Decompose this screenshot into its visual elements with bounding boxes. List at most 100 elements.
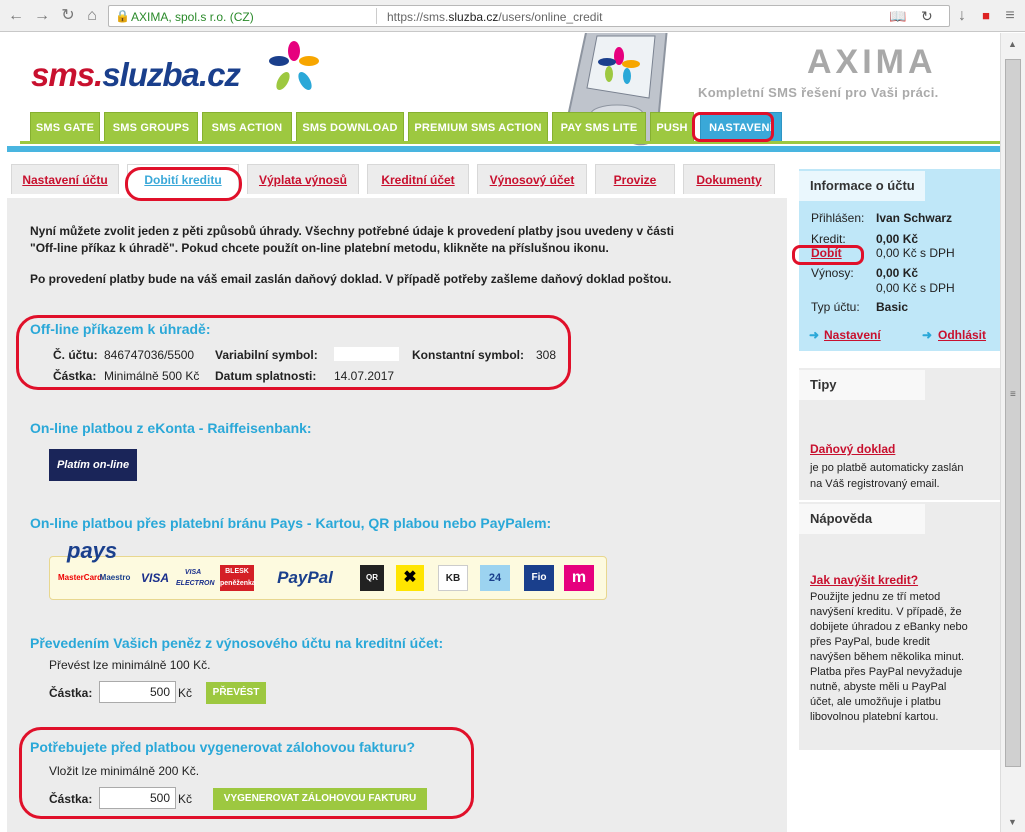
variable-symbol-value [334,347,399,361]
due-date-label: Datum splatnosti: [215,369,317,383]
reload-icon[interactable]: ↻ [58,6,78,26]
nav-tab-sms-action[interactable]: SMS ACTION [202,112,292,142]
sub-tab-dobiti-kreditu[interactable]: Dobití kreditu [127,164,239,194]
settings-link[interactable]: Nastavení [824,328,881,342]
logout-link[interactable]: Odhlásit [938,328,986,342]
help-text: libovolnou platební kartou. [810,711,939,723]
blesk-wallet-icon[interactable]: BLESK peněženka [220,565,256,591]
currency-label: Kč [178,686,193,700]
home-icon[interactable]: ⌂ [82,6,102,26]
help-box: Nápověda Jak navýšit kredit? Použijte je… [799,502,1000,750]
visa-icon[interactable]: VISA [138,565,172,591]
arrow-right-icon: ➜ [809,328,820,342]
mbank-icon[interactable]: m [564,565,594,591]
tips-box: Tipy Daňový doklad je po platbě automati… [799,368,1000,500]
credit-value: 0,00 Kč [876,232,919,246]
menu-icon[interactable]: ≡ [1000,6,1020,26]
credit-label: Kredit: [811,232,846,246]
scrollbar[interactable]: ▲ ≡ ▼ [1000,33,1025,832]
arrow-right-icon: ➜ [922,328,933,342]
account-info-title: Informace o účtu [799,171,925,201]
transfer-note: Převést lze minimálně 100 Kč. [49,658,211,672]
sub-tab-dokumenty[interactable]: Dokumenty [683,164,775,194]
scroll-thumb[interactable] [1005,59,1021,767]
yield-value: 0,00 Kč [876,266,919,280]
intro-text: Nyní můžete zvolit jeden z pěti způsobů … [30,224,674,238]
tips-text: na Váš registrovaný email. [810,478,940,490]
fio-icon[interactable]: Fio [524,565,554,591]
nav-tab-pay-sms-lite[interactable]: PAY SMS LITE [552,112,646,142]
invoice-amount-input[interactable]: 500 [99,787,176,809]
raiffeisen-icon[interactable]: ✖ [396,565,424,591]
divider [376,8,377,24]
logged-in-label: Přihlášen: [811,211,865,225]
help-text: Použijte jednu ze tří metod [810,591,941,603]
extension-icon[interactable]: ■ [976,6,996,26]
constant-symbol-label: Konstantní symbol: [412,348,525,362]
address-bar[interactable]: 🔒 AXIMA, spol.s r.o. (CZ) https://sms.sl… [108,5,950,27]
how-to-topup-link[interactable]: Jak navýšit kredit? [810,573,918,587]
transfer-heading: Převedením Vašich peněz z výnosového účt… [30,635,444,651]
forward-icon[interactable]: → [32,6,52,26]
refresh-icon[interactable]: ↻ [921,8,933,25]
nav-tab-nastaveni[interactable]: NASTAVENÍ [700,112,782,142]
ekonto-heading: On-line platbou z eKonta - Raiffeisenban… [30,420,312,436]
paypal-icon[interactable]: PayPal [262,565,348,591]
lock-icon: 🔒 [115,9,130,23]
generate-invoice-button[interactable]: VYGENEROVAT ZÁLOHOVOU FAKTURU [213,788,427,810]
tips-text: je po platbě automaticky zaslán [810,462,964,474]
scroll-down-icon[interactable]: ▼ [1008,817,1017,827]
help-text: účet, ale umožňuje i platbu [810,696,941,708]
site-logo[interactable]: sms.sluzba.cz [31,56,241,94]
mastercard-icon[interactable]: MasterCard [58,565,102,591]
invoice-amount-label: Částka: [49,792,93,806]
account-info-box: Informace o účtu Přihlášen: Ivan Schwarz… [799,169,1000,351]
ceska-sporitelna-icon[interactable]: 24 [480,565,510,591]
currency-label: Kč [178,792,193,806]
transfer-button[interactable]: PŘEVÉST [206,682,266,704]
help-title: Nápověda [799,504,925,534]
nav-tab-premium-sms-action[interactable]: PREMIUM SMS ACTION [408,112,548,142]
yield-vat: 0,00 Kč s DPH [876,281,955,295]
browser-toolbar: ← → ↻ ⌂ 🔒 AXIMA, spol.s r.o. (CZ) https:… [0,0,1025,32]
qr-code-icon[interactable]: QR [360,565,384,591]
header-divider [7,146,1000,152]
account-value: 846747036/5500 [104,348,195,362]
topup-link[interactable]: Dobít [811,246,842,260]
due-date-value: 14.07.2017 [334,369,395,383]
back-icon[interactable]: ← [6,6,26,26]
offline-payment-heading: Off-line příkazem k úhradě: [30,321,211,337]
nav-tab-sms-gate[interactable]: SMS GATE [30,112,100,142]
kb-icon[interactable]: KB [438,565,468,591]
sidebar: Informace o účtu Přihlášen: Ivan Schwarz… [797,169,1000,832]
visa-electron-icon[interactable]: VISA ELECTRON [176,565,215,591]
nav-tab-sms-groups[interactable]: SMS GROUPS [104,112,198,142]
intro-text: Po provedení platby bude na váš email za… [30,272,672,286]
pays-logo: pays [67,538,118,563]
download-icon[interactable]: ↓ [952,6,972,26]
scroll-up-icon[interactable]: ▲ [1008,39,1017,49]
pay-online-button[interactable]: Platím on-line [49,449,137,481]
tax-document-link[interactable]: Daňový doklad [810,442,895,456]
nav-tab-sms-download[interactable]: SMS DOWNLOAD [296,112,404,142]
reader-view-icon[interactable]: 📖 [889,8,906,25]
nav-tab-push[interactable]: PUSH [650,112,694,142]
page: sms.sluzba.cz AXIMA Kompletní SMS řešení… [7,33,1000,832]
maestro-icon[interactable]: Maestro [98,565,132,591]
nav-underline [20,141,1000,144]
sub-tab-vyplata-vynosu[interactable]: Výplata výnosů [247,164,359,194]
sub-tab-nastaveni-uctu[interactable]: Nastavení účtu [11,164,119,194]
brand-logo: AXIMA [807,43,937,81]
sub-tab-provize[interactable]: Provize [595,164,675,194]
transfer-amount-input[interactable]: 500 [99,681,176,703]
help-text: dobijete úhradou z eBanky nebo [810,621,968,633]
pays-heading: On-line platbou přes platební bránu Pays… [30,515,552,531]
sub-tab-vynosovy-ucet[interactable]: Výnosový účet [477,164,587,194]
sub-tab-kreditni-ucet[interactable]: Kreditní účet [367,164,469,194]
help-text: přes PayPal, bude kredit [810,636,930,648]
invoice-note: Vložit lze minimálně 200 Kč. [49,764,200,778]
url-text: https://sms.sluzba.cz/users/online_credi… [387,10,603,24]
account-label: Č. účtu: [53,348,98,362]
transfer-amount-label: Částka: [49,686,93,700]
account-type-label: Typ účtu: [811,300,860,314]
